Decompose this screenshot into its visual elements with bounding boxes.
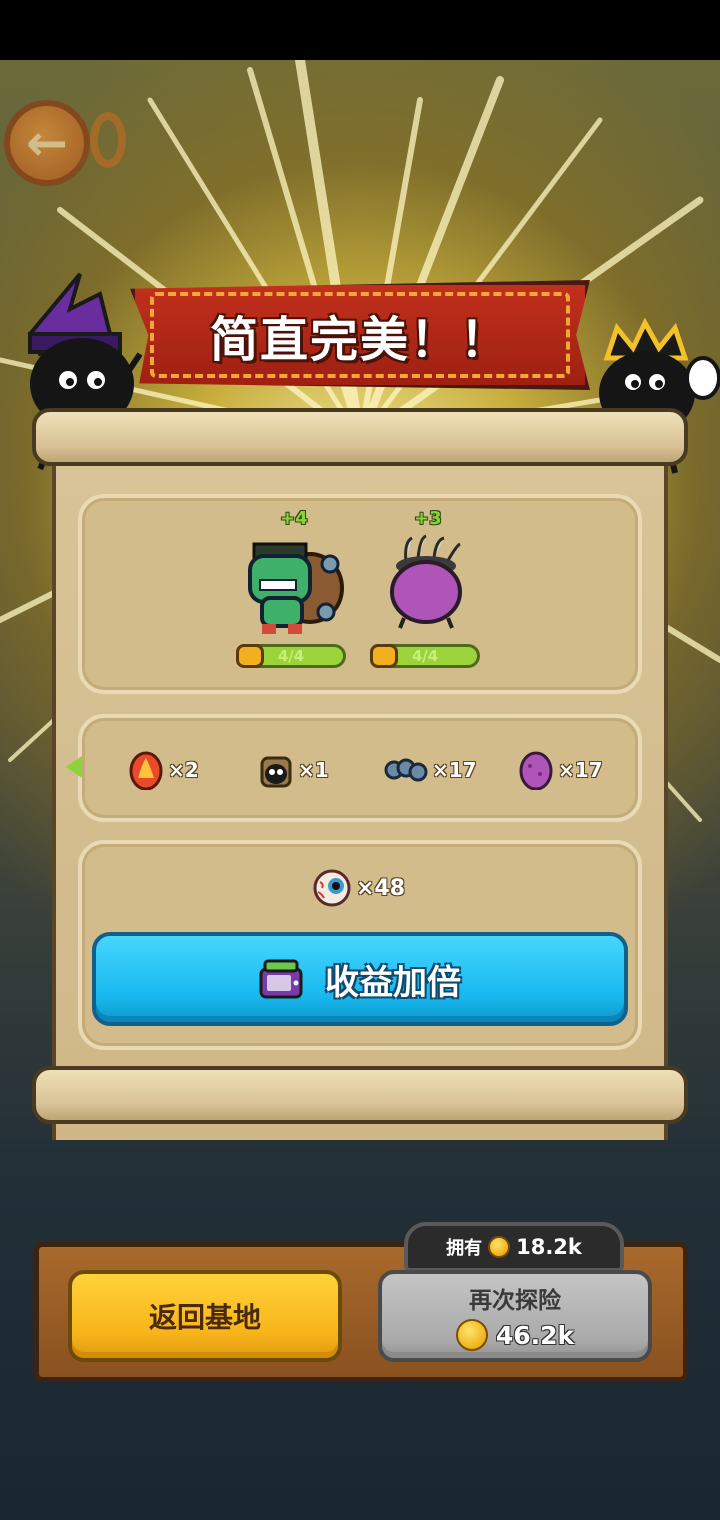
status-bar bbox=[0, 0, 720, 60]
frankenstein-monster-icon bbox=[248, 542, 344, 634]
coin-icon bbox=[455, 1319, 488, 1351]
purple-egg-icon bbox=[519, 751, 553, 790]
return-base-button[interactable]: 返回基地 bbox=[68, 1270, 342, 1362]
reward-item-bolt-parts: ×17 bbox=[384, 750, 477, 790]
decor-ring bbox=[90, 112, 126, 168]
purple-egg-qty: ×17 bbox=[558, 758, 603, 782]
eyeball-qty: ×48 bbox=[356, 875, 406, 901]
monster-face-icon bbox=[236, 644, 264, 668]
bolt-parts-qty: ×17 bbox=[432, 758, 477, 782]
back-button[interactable]: ← bbox=[4, 100, 90, 186]
explore-again-cost: 46.2k bbox=[495, 1320, 575, 1350]
monster-face-icon bbox=[370, 644, 398, 668]
reward-item-fire-egg: ×2 bbox=[128, 750, 199, 790]
reward-item-purple-egg: ×17 bbox=[518, 750, 603, 790]
reward-item-eyeball: ×48 bbox=[312, 868, 405, 908]
banner-title: 简直完美！！ bbox=[209, 314, 510, 367]
explore-again-label: 再次探险 bbox=[469, 1288, 561, 1314]
monster-1-bonus: +4 bbox=[280, 508, 308, 529]
black-bug-qty: ×1 bbox=[298, 758, 329, 782]
double-reward-label: 收益加倍 bbox=[325, 962, 461, 1003]
wallet-label: 拥有 bbox=[446, 1238, 483, 1259]
explore-again-button[interactable]: 再次探险 46.2k bbox=[378, 1270, 652, 1362]
monster-2-bonus: +3 bbox=[414, 508, 442, 529]
scroll-top-roll bbox=[32, 408, 688, 466]
eyeball-icon bbox=[313, 869, 351, 907]
monster-2-progress: 4/4 bbox=[411, 647, 439, 665]
fire-egg-qty: ×2 bbox=[168, 758, 199, 782]
wallet-value: 18.2k bbox=[516, 1235, 582, 1259]
back-arrow-icon: ← bbox=[26, 114, 68, 172]
purple-egg-pod-icon bbox=[390, 534, 462, 629]
wallet-display: 拥有 18.2k bbox=[404, 1222, 624, 1272]
monster-1-progress: 4/4 bbox=[277, 647, 305, 665]
black-bug-icon bbox=[260, 756, 292, 788]
monster-panel bbox=[78, 494, 642, 694]
explore-again-cost-row: 46.2k bbox=[455, 1319, 575, 1351]
bolt-parts-icon bbox=[384, 758, 428, 782]
tv-ad-icon bbox=[259, 959, 303, 999]
double-reward-button[interactable]: 收益加倍 bbox=[92, 932, 628, 1026]
coin-icon bbox=[488, 1236, 511, 1258]
scroll-bottom-roll bbox=[32, 1066, 688, 1124]
scroll-left-arrow-icon[interactable] bbox=[66, 756, 82, 778]
fire-egg-icon bbox=[129, 751, 163, 790]
reward-item-black-bug: ×1 bbox=[258, 750, 329, 790]
